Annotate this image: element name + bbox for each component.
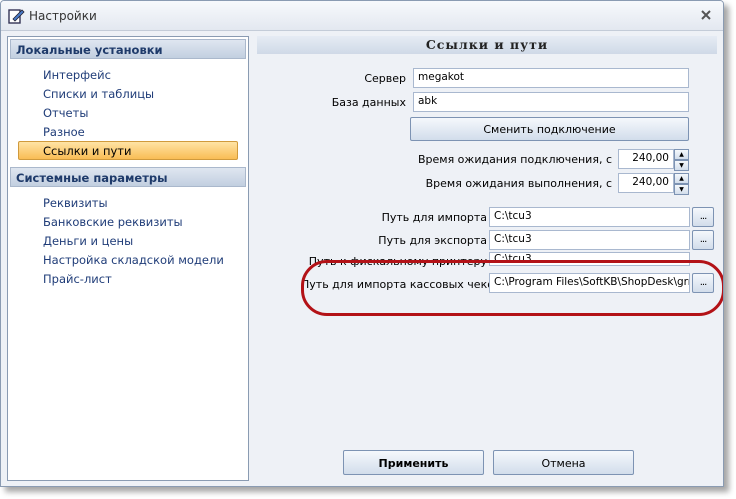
- cash-receipts-import-path-input[interactable]: C:\Program Files\SoftKB\ShopDesk\grr: [489, 273, 690, 293]
- sidebar-item-lists-tables[interactable]: Списки и таблицы: [43, 87, 154, 105]
- apply-button[interactable]: Применить: [343, 450, 484, 475]
- export-path-label: Путь для экспорта: [378, 234, 487, 247]
- spin-down-icon[interactable]: ▼: [674, 184, 689, 195]
- sidebar-item-interface[interactable]: Интерфейс: [43, 68, 111, 86]
- settings-window: Настройки Локальные установки Интерфейс …: [0, 0, 724, 487]
- sidebar-item-bank-requisites[interactable]: Банковские реквизиты: [43, 215, 183, 233]
- sidebar-item-reports[interactable]: Отчеты: [43, 106, 88, 124]
- exec-timeout-input[interactable]: 240,00: [618, 173, 674, 193]
- connect-timeout-label: Время ожидания подключения, с: [417, 153, 612, 166]
- change-connection-button[interactable]: Сменить подключение: [410, 117, 689, 141]
- spin-up-icon[interactable]: ▲: [674, 149, 689, 160]
- fiscal-printer-path-label: Путь к фискальному принтеру: [308, 255, 487, 268]
- connect-timeout-spinner[interactable]: ▲ ▼: [674, 149, 689, 171]
- connect-timeout-input[interactable]: 240,00: [618, 149, 674, 169]
- group-system-params[interactable]: Системные параметры: [10, 167, 246, 187]
- server-label: Сервер: [364, 72, 406, 85]
- cash-receipts-import-browse-button[interactable]: ...: [692, 273, 714, 293]
- cancel-button[interactable]: Отмена: [493, 450, 634, 475]
- exec-timeout-spinner[interactable]: ▲ ▼: [674, 173, 689, 195]
- import-path-label: Путь для импорта: [381, 211, 487, 224]
- spin-up-icon[interactable]: ▲: [674, 173, 689, 184]
- close-icon[interactable]: [699, 8, 713, 22]
- settings-sidebar: Локальные установки Интерфейс Списки и т…: [7, 36, 249, 481]
- sidebar-item-requisites[interactable]: Реквизиты: [43, 196, 108, 214]
- database-input[interactable]: abk: [413, 92, 689, 112]
- import-path-browse-button[interactable]: ...: [692, 207, 714, 227]
- group-local-settings[interactable]: Локальные установки: [10, 39, 246, 59]
- sidebar-item-links-paths[interactable]: Ссылки и пути: [18, 141, 238, 160]
- page-title: Ссылки и пути: [257, 36, 717, 54]
- exec-timeout-label: Время ожидания выполнения, с: [425, 177, 612, 190]
- export-path-input[interactable]: C:\tcu3: [489, 230, 690, 250]
- export-path-browse-button[interactable]: ...: [692, 230, 714, 250]
- sidebar-item-warehouse-model[interactable]: Настройка складской модели: [43, 253, 224, 271]
- server-input[interactable]: megakot: [413, 68, 689, 88]
- spin-down-icon[interactable]: ▼: [674, 160, 689, 171]
- app-icon: [8, 9, 25, 24]
- window-title: Настройки: [29, 9, 97, 23]
- database-label: База данных: [331, 96, 406, 109]
- fiscal-printer-path-input[interactable]: C:\tcu3: [489, 252, 690, 266]
- title-bar: Настройки: [1, 1, 723, 31]
- sidebar-item-price-list[interactable]: Прайс-лист: [43, 272, 112, 290]
- import-path-input[interactable]: C:\tcu3: [489, 207, 690, 227]
- cash-receipts-import-path-label: Путь для импорта кассовых чеков: [301, 278, 501, 291]
- sidebar-item-money-prices[interactable]: Деньги и цены: [43, 234, 133, 252]
